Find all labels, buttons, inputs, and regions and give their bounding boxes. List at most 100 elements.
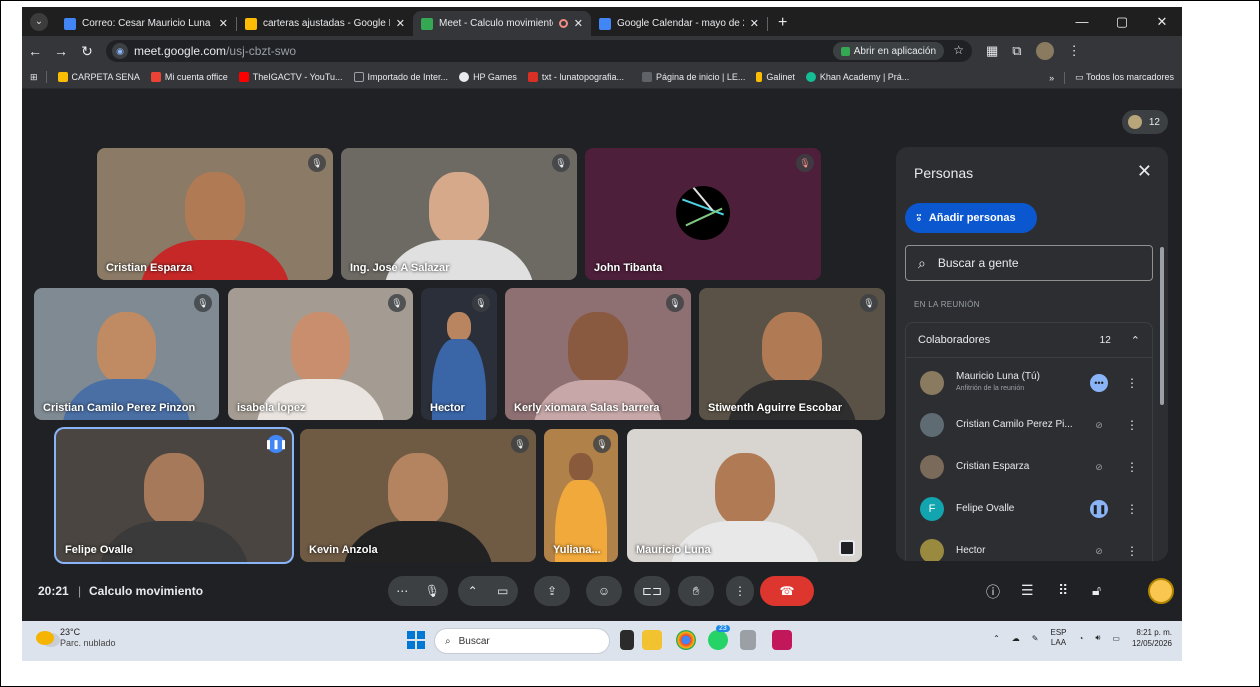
chevron-up-icon[interactable]: ⌃ [468, 584, 478, 598]
chevron-up-icon[interactable]: ⌃ [1131, 334, 1140, 347]
apps-icon[interactable]: ⊞ [30, 72, 38, 83]
camera-icon[interactable]: ▭ [497, 584, 508, 598]
collaborators-header[interactable]: Colaboradores 12 ⌃ [905, 322, 1153, 358]
volume-icon[interactable]: 🔊︎ [1095, 633, 1100, 643]
participant-tile-self[interactable]: Mauricio Luna [627, 429, 862, 562]
participant-tile[interactable]: 🎙︎ Stiwenth Aguirre Escobar [699, 288, 885, 420]
bookmark-item[interactable]: Galinet [756, 72, 795, 82]
microphone-icon[interactable]: 🎙︎ [425, 584, 440, 598]
bookmark-item[interactable]: Khan Academy | Prá... [805, 72, 909, 82]
participant-tile[interactable]: 🎙︎ Yuliana... [544, 429, 618, 562]
new-tab-button[interactable]: + [778, 14, 787, 32]
close-icon[interactable]: ✕ [750, 17, 759, 30]
more-audio-icon[interactable]: ⋯ [396, 584, 408, 598]
more-options-button[interactable]: ⋮ [726, 576, 754, 606]
site-info-icon[interactable]: ◉ [112, 43, 128, 59]
activities-icon[interactable]: ⠿ [1058, 582, 1068, 599]
kebab-menu-icon[interactable]: ⋮ [1126, 376, 1138, 390]
open-in-app-button[interactable]: Abrir en aplicación [832, 42, 944, 60]
bookmark-item[interactable]: Mi cuenta office [150, 72, 228, 82]
close-icon[interactable]: ✕ [574, 17, 583, 30]
info-icon[interactable]: ⓘ [986, 582, 1000, 602]
bookmark-item[interactable]: HP Games [459, 72, 517, 82]
media-icon[interactable]: ▦ [986, 43, 998, 59]
list-item[interactable]: Cristian Camilo Perez Pi... ⊘ ⋮ [906, 404, 1154, 446]
participant-tile[interactable]: 🎙︎ isabela lopez [228, 288, 413, 420]
clock[interactable]: 8:21 p. m. 12/05/2026 [1132, 627, 1172, 649]
list-item[interactable]: Hector ⊘ ⋮ [906, 530, 1154, 561]
host-controls-icon[interactable]: 🔓︎ [1092, 582, 1101, 599]
onedrive-icon[interactable]: ☁ [1012, 634, 1020, 643]
captions-button[interactable]: ⊏⊐ [634, 576, 670, 606]
more-options-icon[interactable]: ••• [1090, 374, 1108, 392]
task-view-icon[interactable] [620, 630, 634, 650]
canva-icon[interactable] [772, 630, 792, 650]
reload-icon[interactable]: ↻ [74, 43, 100, 60]
participant-tile[interactable]: 🎙︎ Cristian Esparza [97, 148, 333, 280]
search-people-input[interactable]: ⌕ Buscar a gente [905, 245, 1153, 281]
camera-control[interactable]: ⌃ ▭ [458, 576, 518, 606]
tab-calendar[interactable]: Google Calendar - mayo de 20 ✕ [591, 11, 767, 36]
close-icon[interactable]: ✕ [219, 17, 228, 30]
raise-hand-button[interactable]: ✋︎ [678, 576, 714, 606]
chrome-icon[interactable] [676, 630, 696, 650]
taskbar-search[interactable]: ⌕ Buscar [434, 628, 610, 654]
kebab-menu-icon[interactable]: ⋮ [1126, 544, 1138, 558]
address-bar[interactable]: ◉ meet.google.com /usj-cbzt-swo Abrir en… [106, 40, 972, 62]
back-icon[interactable]: ← [22, 43, 48, 59]
menu-icon[interactable]: ⋮ [1068, 43, 1081, 59]
participant-tile[interactable]: 🎙︎ John Tibanta [585, 148, 821, 280]
file-explorer-icon[interactable] [642, 630, 662, 650]
language-indicator[interactable]: ESP LAA [1050, 628, 1066, 648]
list-item[interactable]: Cristian Esparza ⊘ ⋮ [906, 446, 1154, 488]
close-window-icon[interactable]: ✕ [1142, 14, 1182, 30]
tab-meet[interactable]: Meet - Calculo movimiento ✕ [413, 11, 591, 36]
list-item[interactable]: F Felipe Ovalle ❚❚ ⋮ [906, 488, 1154, 530]
reactions-button[interactable]: ☺ [586, 576, 622, 606]
participant-count-button[interactable]: 12 [1122, 110, 1168, 134]
kebab-menu-icon[interactable]: ⋮ [1126, 460, 1138, 474]
leave-call-button[interactable]: ☎ [760, 576, 814, 606]
kebab-menu-icon[interactable]: ⋮ [1126, 418, 1138, 432]
store-icon[interactable] [740, 630, 756, 650]
whatsapp-icon[interactable] [708, 630, 728, 650]
tab-gmail[interactable]: Correo: Cesar Mauricio Luna Le ✕ [56, 11, 236, 36]
self-avatar[interactable] [1148, 578, 1174, 604]
all-bookmarks-button[interactable]: ▭ Todos los marcadores [1075, 72, 1174, 83]
list-item[interactable]: Mauricio Luna (Tú) Anfitrión de la reunió… [906, 362, 1154, 404]
participant-tile[interactable]: 🎙︎ Hector [421, 288, 497, 420]
bookmark-item[interactable]: Importado de Inter... [353, 72, 448, 82]
bookmark-item[interactable]: TheIGACTV - YouTu... [238, 72, 343, 82]
pin-icon[interactable] [839, 540, 855, 556]
participant-tile[interactable]: 🎙︎ Kerly xiomara Salas barrera [505, 288, 691, 420]
tab-drive[interactable]: carteras ajustadas - Google Dri ✕ [237, 11, 413, 36]
kebab-menu-icon[interactable]: ⋮ [1126, 502, 1138, 516]
battery-icon[interactable]: ▭ [1112, 634, 1120, 643]
pen-icon[interactable]: ✎ [1032, 634, 1039, 643]
participant-tile[interactable]: 🎙︎ Kevin Anzola [300, 429, 536, 562]
chevron-up-icon[interactable]: ⌃ [993, 634, 1000, 643]
scrollbar[interactable] [1160, 247, 1164, 405]
bookmark-item[interactable]: txt - lunatopografia... [527, 72, 624, 82]
mic-control[interactable]: ⋯ 🎙︎ [388, 576, 448, 606]
more-bookmarks-button[interactable]: » [1049, 73, 1054, 83]
start-button[interactable] [407, 631, 425, 649]
weather-widget[interactable]: 23°C Parc. nublado [36, 627, 116, 649]
minimize-icon[interactable]: — [1062, 14, 1102, 29]
forward-icon[interactable]: → [48, 43, 74, 59]
tab-search-button[interactable]: ⌄ [30, 12, 48, 31]
participant-tile[interactable]: 🎙︎ Cristian Camilo Perez Pinzon [34, 288, 219, 420]
restore-icon[interactable]: ▢ [1102, 14, 1142, 30]
participant-tile[interactable]: 🎙︎ Ing. Jose A Salazar [341, 148, 577, 280]
chat-icon[interactable]: ☰ [1021, 582, 1034, 599]
extensions-icon[interactable]: ⧉ [1012, 43, 1021, 59]
close-icon[interactable]: ✕ [396, 17, 405, 30]
profile-avatar[interactable] [1035, 42, 1054, 60]
present-button[interactable]: ⇪ [534, 576, 570, 606]
wifi-icon[interactable]: ◔ [1079, 634, 1084, 643]
bookmark-item[interactable]: Página de inicio | LE... [641, 72, 745, 82]
add-people-button[interactable]: ⍤ Añadir personas [905, 203, 1037, 233]
bookmark-star-icon[interactable]: ☆ [953, 43, 964, 57]
participant-tile-speaking[interactable]: ❚❚❚ Felipe Ovalle [56, 429, 292, 562]
bookmark-item[interactable]: CARPETA SENA [57, 72, 140, 82]
